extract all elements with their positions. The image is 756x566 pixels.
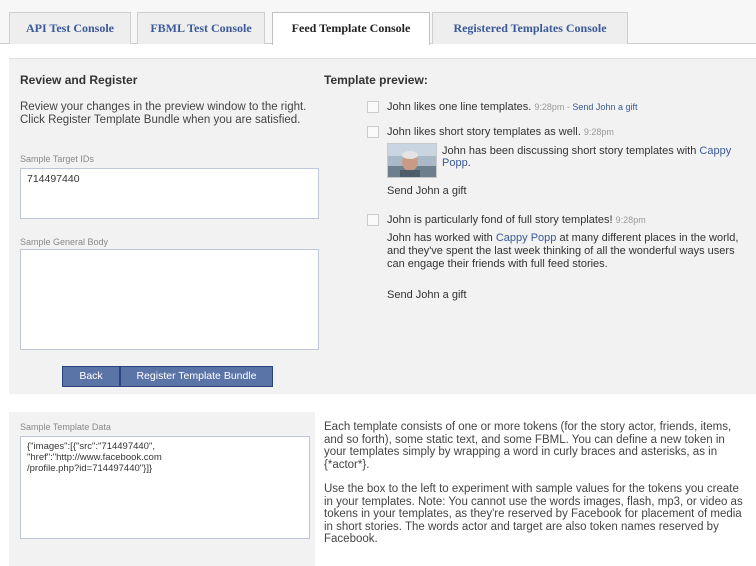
- short-story-body-suffix: .: [467, 157, 471, 169]
- tab-bar: API Test Console FBML Test Console Feed …: [0, 0, 756, 45]
- one-line-text: John likes one line templates.: [387, 101, 532, 113]
- cappy-popp-link[interactable]: Cappy Popp: [496, 232, 557, 244]
- full-story-title: John is particularly fond of full story …: [387, 214, 646, 226]
- review-heading: Review and Register: [20, 73, 138, 87]
- short-story-title-text: John likes short story templates as well…: [387, 126, 581, 138]
- full-story-body-text: John has worked with: [387, 232, 496, 244]
- send-gift-link[interactable]: Send John a gift: [572, 102, 637, 112]
- target-ids-label: Sample Target IDs: [20, 154, 94, 164]
- register-template-bundle-button[interactable]: Register Template Bundle: [120, 366, 273, 387]
- story-checkbox[interactable]: [367, 214, 379, 226]
- short-story-body-text: John has been discussing short story tem…: [442, 145, 700, 157]
- tab-api-test-console[interactable]: API Test Console: [9, 12, 131, 44]
- short-story-body: John has been discussing short story tem…: [442, 145, 742, 169]
- token-info-paragraph: Each template consists of one or more to…: [324, 421, 732, 471]
- back-button[interactable]: Back: [62, 366, 120, 387]
- general-body-input[interactable]: [20, 249, 319, 350]
- profile-photo-image: [388, 144, 436, 177]
- timestamp: 9:28pm: [615, 215, 646, 225]
- send-gift-link[interactable]: Send John a gift: [387, 185, 467, 197]
- target-ids-input[interactable]: 714497440: [20, 168, 319, 219]
- timestamp: 9:28pm: [534, 102, 565, 112]
- template-data-label: Sample Template Data: [20, 422, 111, 432]
- story-checkbox[interactable]: [367, 101, 379, 113]
- review-description: Review your changes in the preview windo…: [20, 101, 307, 126]
- full-story-title-text: John is particularly fond of full story …: [387, 214, 613, 226]
- send-gift-link[interactable]: Send John a gift: [387, 289, 467, 301]
- timestamp: 9:28pm: [583, 127, 614, 137]
- template-data-panel: Sample Template Data {"images":[{"src":"…: [9, 412, 315, 566]
- review-panel: Review and Register Review your changes …: [9, 58, 756, 394]
- template-data-input[interactable]: {"images":[{"src":"714497440", "href":"h…: [20, 436, 310, 539]
- full-story-body: John has worked with Cappy Popp at many …: [387, 232, 749, 271]
- tab-registered-templates-console[interactable]: Registered Templates Console: [432, 12, 628, 44]
- token-note-paragraph: Use the box to the left to experiment wi…: [324, 483, 743, 545]
- one-line-story: John likes one line templates. 9:28pm - …: [387, 101, 637, 113]
- profile-photo[interactable]: [387, 143, 437, 178]
- short-story-title: John likes short story templates as well…: [387, 126, 614, 138]
- general-body-label: Sample General Body: [20, 237, 109, 247]
- tab-feed-template-console[interactable]: Feed Template Console: [272, 12, 430, 45]
- template-preview-heading: Template preview:: [324, 73, 428, 87]
- tab-fbml-test-console[interactable]: FBML Test Console: [137, 12, 265, 44]
- story-checkbox[interactable]: [367, 126, 379, 138]
